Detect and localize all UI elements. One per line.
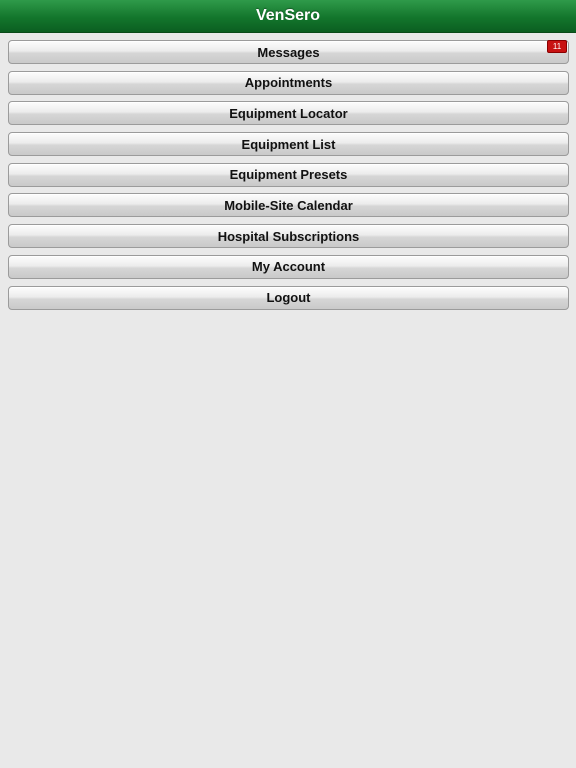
app-header: VenSero — [0, 0, 576, 33]
equipment-locator-button[interactable]: Equipment Locator — [8, 101, 569, 126]
logout-label: Logout — [266, 290, 311, 305]
hospital-subscriptions-label: Hospital Subscriptions — [217, 228, 360, 244]
equipment-list-button[interactable]: Equipment List — [8, 132, 569, 157]
equipment-list-label: Equipment List — [241, 136, 336, 152]
appointments-button[interactable]: Appointments — [8, 70, 569, 95]
mobile-site-calendar-label: Mobile-Site Calendar — [224, 197, 353, 213]
unread-count-badge: 11 — [547, 40, 567, 53]
my-account-label: My Account — [251, 259, 326, 275]
mobile-site-calendar-button[interactable]: Mobile-Site Calendar — [8, 193, 569, 218]
appointments-label: Appointments — [244, 75, 333, 91]
my-account-button[interactable]: My Account — [8, 254, 569, 279]
app-title: VenSero — [255, 7, 321, 24]
equipment-presets-label: Equipment Presets — [229, 167, 348, 183]
messages-button[interactable]: Messages 11 — [8, 40, 569, 64]
messages-label: Messages — [257, 44, 320, 60]
hospital-subscriptions-button[interactable]: Hospital Subscriptions — [8, 224, 569, 249]
equipment-presets-button[interactable]: Equipment Presets — [8, 162, 569, 187]
equipment-locator-label: Equipment Locator — [229, 105, 348, 121]
logout-button[interactable]: Logout — [8, 285, 569, 310]
main-menu: Messages 11 Appointments Equipment Locat… — [8, 40, 569, 316]
